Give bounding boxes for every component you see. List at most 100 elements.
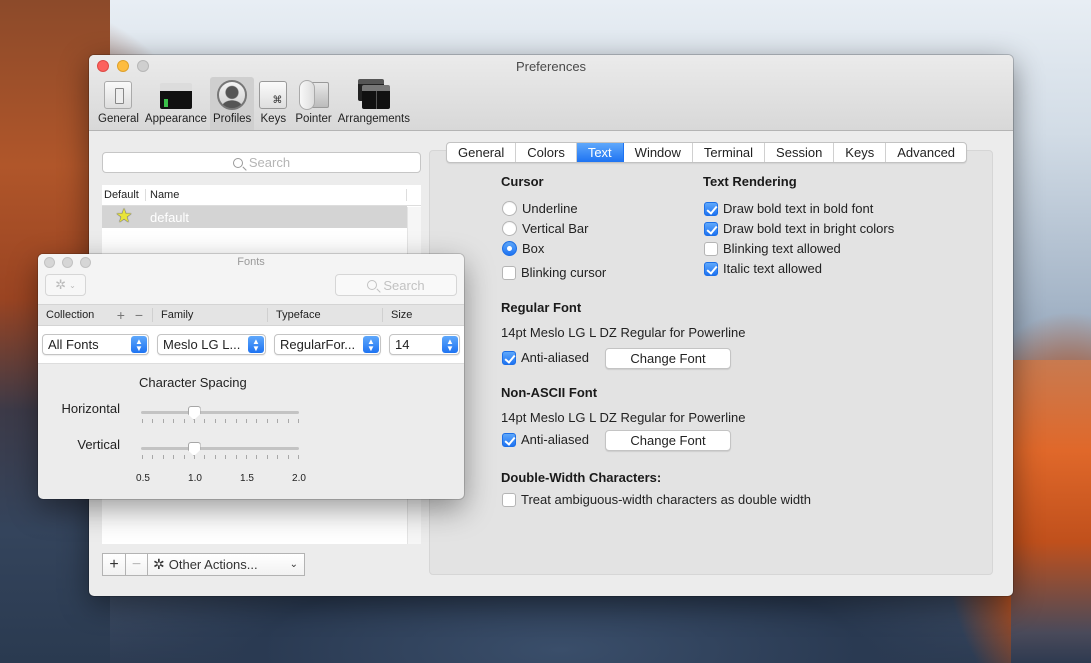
bold-font-checkbox[interactable]: Draw bold text in bold font <box>704 201 873 216</box>
checkbox-label: Anti-aliased <box>521 432 589 447</box>
non-ascii-change-font-button[interactable]: Change Font <box>605 430 731 451</box>
horizontal-spacing-slider[interactable] <box>141 406 299 427</box>
fonts-action-menu[interactable]: ✲ ⌄ <box>45 274 86 296</box>
tab-general[interactable]: General <box>447 143 517 162</box>
slider-tick <box>246 419 247 423</box>
checkbox[interactable] <box>704 261 718 276</box>
toolbar-arrangements[interactable]: Arrangements <box>335 77 413 130</box>
tab-terminal[interactable]: Terminal <box>693 143 766 162</box>
non-ascii-anti-aliased-checkbox[interactable]: Anti-aliased <box>502 432 589 447</box>
cursor-underline-radio[interactable]: Underline <box>502 201 578 216</box>
blinking-text-checkbox[interactable]: Blinking text allowed <box>704 241 841 256</box>
tab-window[interactable]: Window <box>624 143 693 162</box>
radio-button[interactable] <box>502 221 517 236</box>
size-header: Size <box>391 309 413 321</box>
blinking-cursor-checkbox[interactable]: Blinking cursor <box>502 265 606 280</box>
checkbox-label: Blinking text allowed <box>723 241 841 256</box>
toolbar-general[interactable]: General <box>95 77 142 130</box>
cursor-title: Cursor <box>501 174 544 189</box>
profiles-table-header: Default Name <box>102 185 421 206</box>
profiles-bottom-bar: + − ✲ Other Actions... ⌄ <box>102 553 305 576</box>
italic-text-checkbox[interactable]: Italic text allowed <box>704 261 822 276</box>
checkbox-label: Anti-aliased <box>521 350 589 365</box>
scale-label: 1.5 <box>240 473 254 484</box>
checkbox[interactable] <box>704 201 718 216</box>
slider-tick <box>235 455 237 459</box>
checkbox[interactable] <box>502 492 516 507</box>
non-ascii-font-title: Non-ASCII Font <box>501 385 598 400</box>
gear-icon: ✲ <box>55 277 67 292</box>
tab-advanced[interactable]: Advanced <box>886 143 966 162</box>
cursor-vertical-bar-radio[interactable]: Vertical Bar <box>502 221 588 236</box>
scale-label: 1.0 <box>188 473 202 484</box>
checkbox[interactable] <box>502 265 516 280</box>
radio-button[interactable] <box>502 241 517 256</box>
checkbox[interactable] <box>704 221 718 236</box>
slider-tick <box>162 455 164 459</box>
slider-tick <box>246 455 247 459</box>
add-remove-collection-buttons[interactable]: + − <box>117 308 146 322</box>
up-down-arrows-icon: ▲ ▼ <box>248 336 264 353</box>
radio-button[interactable] <box>502 201 517 216</box>
slider-thumb[interactable] <box>187 442 201 456</box>
chevron-down-icon: ⌄ <box>69 280 76 290</box>
tab-keys[interactable]: Keys <box>834 143 887 162</box>
column-header-name[interactable]: Name <box>146 189 407 201</box>
default-star-icon: ★ <box>115 206 133 227</box>
ambiguous-width-checkbox[interactable]: Treat ambiguous-width characters as doub… <box>502 492 811 507</box>
checkbox[interactable] <box>502 350 516 365</box>
remove-profile-button[interactable]: − <box>126 553 148 576</box>
toolbar-appearance[interactable]: Appearance <box>142 77 210 130</box>
slider-ticks <box>142 455 299 459</box>
column-header-default[interactable]: Default <box>102 189 146 201</box>
add-profile-button[interactable]: + <box>102 553 126 576</box>
checkbox[interactable] <box>502 432 516 447</box>
horizontal-label: Horizontal <box>61 401 120 416</box>
slider-tick <box>183 419 185 423</box>
other-actions-menu[interactable]: ✲ Other Actions... ⌄ <box>148 553 305 576</box>
vertical-label: Vertical <box>77 437 120 452</box>
bright-colors-checkbox[interactable]: Draw bold text in bright colors <box>704 221 894 236</box>
toolbar-keys[interactable]: ⌘ Keys <box>254 77 292 130</box>
checkbox[interactable] <box>704 241 718 256</box>
toolbar-label: Arrangements <box>337 113 410 125</box>
regular-change-font-button[interactable]: Change Font <box>605 348 731 369</box>
regular-font-description: 14pt Meslo LG L DZ Regular for Powerline <box>501 325 746 340</box>
family-select[interactable]: Meslo LG L... ▲ ▼ <box>157 334 266 355</box>
typeface-select[interactable]: RegularFor... ▲ ▼ <box>274 334 381 355</box>
profile-row[interactable]: ★ default <box>102 206 407 228</box>
size-select[interactable]: 14 ▲ ▼ <box>389 334 460 355</box>
profiles-search-input[interactable]: Search <box>102 152 421 173</box>
fonts-panel-title: Fonts <box>237 256 265 268</box>
checkbox-label: Draw bold text in bold font <box>723 201 874 216</box>
toolbar-profiles[interactable]: Profiles <box>209 77 255 130</box>
fonts-search-input[interactable]: Search <box>335 274 457 296</box>
tab-session[interactable]: Session <box>765 143 835 162</box>
size-value: 14 <box>395 337 410 352</box>
tab-colors[interactable]: Colors <box>516 143 577 162</box>
slider-tick <box>266 419 268 423</box>
cursor-box-radio[interactable]: Box <box>502 241 544 256</box>
text-rendering-title: Text Rendering <box>703 174 797 189</box>
regular-font-title: Regular Font <box>501 300 582 315</box>
typeface-value: RegularFor... <box>280 337 356 352</box>
character-spacing-title: Character Spacing <box>139 375 247 390</box>
slider-tick <box>277 419 279 423</box>
radio-label: Vertical Bar <box>522 221 589 236</box>
desktop-wallpaper-right <box>1011 360 1091 663</box>
slider-track <box>141 411 299 414</box>
preferences-toolbar: General Appearance Profiles ⌘ Keys Point… <box>95 77 413 130</box>
toolbar-label: Appearance <box>144 113 207 125</box>
regular-anti-aliased-checkbox[interactable]: Anti-aliased <box>502 350 589 365</box>
slider-tick <box>173 419 175 423</box>
vertical-spacing-slider[interactable] <box>141 442 299 463</box>
slider-tick <box>287 455 289 459</box>
toolbar-pointer[interactable]: Pointer <box>292 77 334 130</box>
slider-thumb[interactable] <box>187 406 201 420</box>
collection-select[interactable]: All Fonts ▲ ▼ <box>42 334 149 355</box>
profile-name: default <box>150 209 190 225</box>
tab-text[interactable]: Text <box>576 143 624 162</box>
collection-header-label: Collection <box>46 309 95 321</box>
typeface-header: Typeface <box>268 308 383 322</box>
profile-tabs: General Colors Text Window Terminal Sess… <box>446 142 968 163</box>
